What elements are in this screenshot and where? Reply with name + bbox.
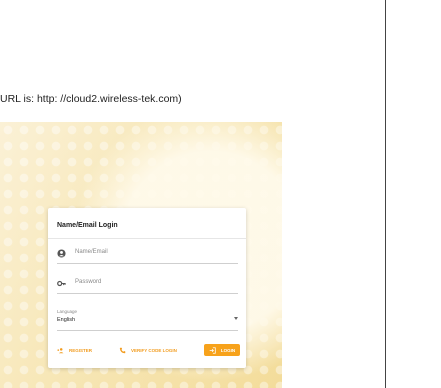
page-right-border [385, 0, 386, 388]
password-placeholder: Password [75, 279, 102, 285]
verify-code-login-button[interactable]: VERIFY CODE LOGIN [119, 344, 177, 356]
key-icon [57, 280, 66, 287]
card-divider [48, 238, 246, 239]
add-user-icon [57, 347, 64, 353]
password-field[interactable]: Password [57, 276, 238, 294]
login-screenshot: Name/Email Login Name/Email Password Lan… [0, 122, 282, 388]
language-label: Language [57, 309, 78, 314]
language-value: English [57, 317, 76, 323]
login-card: Name/Email Login Name/Email Password Lan… [48, 208, 246, 368]
email-placeholder: Name/Email [75, 249, 108, 255]
login-card-title: Name/Email Login [57, 222, 118, 229]
url-caption: URL is: http: //cloud2.wireless-tek.com) [0, 93, 182, 105]
verify-code-label: VERIFY CODE LOGIN [131, 347, 177, 353]
chevron-down-icon [234, 317, 238, 320]
language-select[interactable]: Language English [57, 309, 238, 331]
login-button[interactable]: LOGIN [204, 344, 240, 356]
login-label: LOGIN [220, 347, 236, 353]
login-icon [209, 346, 216, 354]
register-label: REGISTER [69, 347, 93, 353]
account-circle-icon [57, 249, 66, 258]
register-button[interactable]: REGISTER [57, 344, 92, 356]
email-field[interactable]: Name/Email [57, 246, 238, 264]
phone-icon [119, 347, 126, 353]
